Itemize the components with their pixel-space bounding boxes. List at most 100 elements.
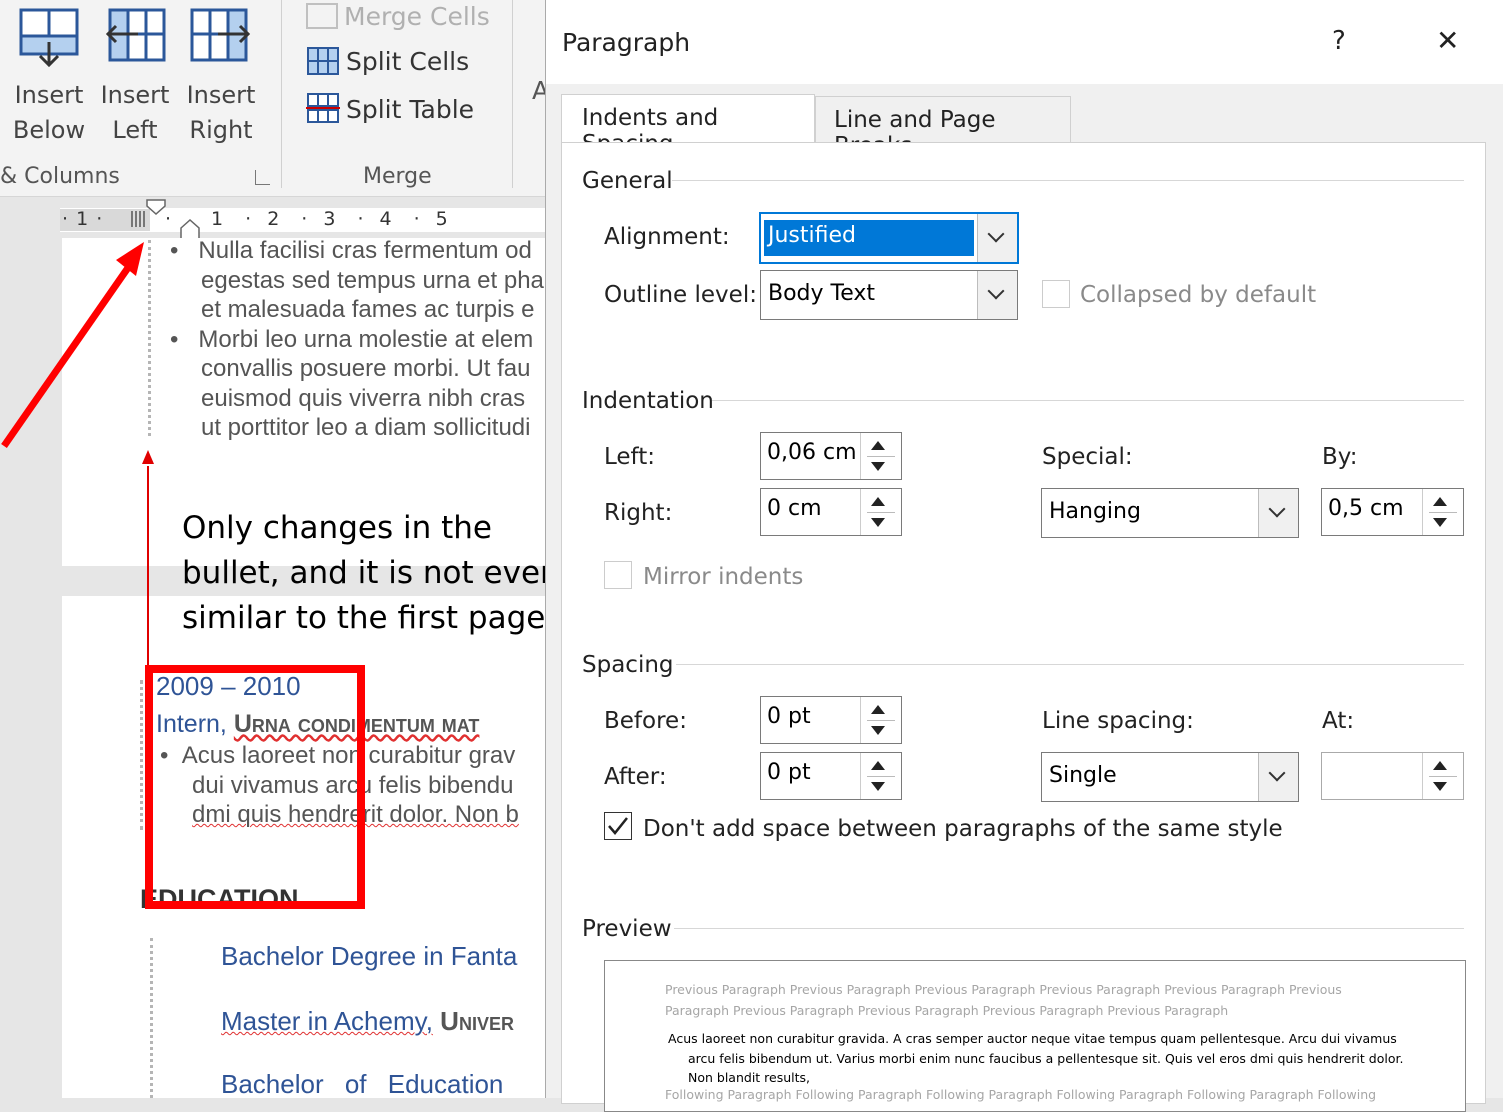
insert-left-label-2: Left xyxy=(112,116,158,144)
mirror-indents-label: Mirror indents xyxy=(643,564,804,590)
mirror-indents-checkbox[interactable] xyxy=(604,561,632,589)
preview-following-paragraph: Following Paragraph Following Paragraph … xyxy=(665,1087,1377,1102)
preview-line: Paragraph Previous Paragraph Previous Pa… xyxy=(665,1003,1229,1018)
preview-sample-paragraph: Acus laoreet non curabitur gravida. A cr… xyxy=(668,1029,1403,1088)
spacing-section-header: Spacing xyxy=(582,652,674,678)
insert-below-label-2: Below xyxy=(12,116,86,144)
chevron-down-icon[interactable] xyxy=(977,271,1017,319)
spin-down-icon[interactable] xyxy=(871,782,885,791)
preview-line: arcu felis bibendum ut. Varius morbi eni… xyxy=(688,1050,1404,1066)
section-divider xyxy=(676,664,1464,665)
by-input[interactable]: 0,5 cm xyxy=(1321,488,1464,536)
spinner[interactable] xyxy=(860,753,901,799)
collapsed-by-default-checkbox[interactable] xyxy=(1042,280,1070,308)
chevron-down-icon[interactable] xyxy=(1258,489,1298,537)
by-value: 0,5 cm xyxy=(1328,496,1404,521)
spacing-before-input[interactable]: 0 pt xyxy=(760,696,902,744)
paragraph-dialog: Paragraph ? ✕ Indents and Spacing Line a… xyxy=(545,0,1503,1112)
red-arrow-line xyxy=(1,260,135,448)
spinner[interactable] xyxy=(860,433,901,479)
help-button[interactable]: ? xyxy=(1332,26,1346,56)
checkmark-icon xyxy=(608,817,628,835)
ruler-scale: · 1 · 2 · 3 · 4 · 5 xyxy=(165,208,448,230)
chevron-down-icon[interactable] xyxy=(1258,753,1298,801)
dialog-launcher-icon[interactable] xyxy=(255,170,270,185)
preview-box: Previous Paragraph Previous Paragraph Pr… xyxy=(604,960,1466,1112)
chevron-down-icon[interactable] xyxy=(977,214,1017,262)
spinner[interactable] xyxy=(1422,489,1463,535)
close-icon: ✕ xyxy=(1436,24,1460,57)
insert-below-icon xyxy=(19,8,79,68)
close-button[interactable]: ✕ xyxy=(1436,24,1459,57)
insert-right-button[interactable]: Insert Right xyxy=(180,6,262,148)
outline-level-select[interactable]: Body Text xyxy=(760,270,1018,320)
spin-down-icon[interactable] xyxy=(871,726,885,735)
group-separator xyxy=(512,0,513,188)
line-spacing-select[interactable]: Single xyxy=(1041,752,1299,802)
spacing-after-value: 0 pt xyxy=(767,760,811,785)
right-indent-label: Right: xyxy=(604,500,673,526)
spin-down-icon[interactable] xyxy=(871,518,885,527)
special-select[interactable]: Hanging xyxy=(1041,488,1299,538)
merge-cells-button[interactable]: Merge Cells xyxy=(306,2,490,31)
ruler-number: 1 xyxy=(211,208,224,230)
before-label: Before: xyxy=(604,708,687,734)
spin-down-icon[interactable] xyxy=(871,462,885,471)
dont-add-space-label: Don't add space between paragraphs of th… xyxy=(643,816,1283,842)
spin-down-icon[interactable] xyxy=(1433,518,1447,527)
dont-add-space-checkbox[interactable] xyxy=(604,812,632,840)
tab-indents-and-spacing[interactable]: Indents and Spacing xyxy=(561,94,815,157)
spinner[interactable] xyxy=(860,489,901,535)
left-indent-value: 0,06 cm xyxy=(767,440,857,465)
split-table-label: Split Table xyxy=(346,95,475,124)
left-indent-input[interactable]: 0,06 cm xyxy=(760,432,902,480)
spin-up-icon[interactable] xyxy=(1433,761,1447,770)
section-divider xyxy=(674,928,1464,929)
move-table-column-icon[interactable] xyxy=(131,211,145,227)
insert-left-button[interactable]: Insert Left xyxy=(94,6,176,148)
line-spacing-label: Line spacing: xyxy=(1042,708,1194,734)
preview-line: Non blandit results, xyxy=(688,1070,811,1085)
insert-left-icon xyxy=(105,8,166,62)
at-label: At: xyxy=(1322,708,1355,734)
split-cells-button[interactable]: Split Cells xyxy=(306,46,469,76)
group-separator xyxy=(281,0,282,188)
alignment-label: Alignment: xyxy=(604,224,730,250)
left-indent-label: Left: xyxy=(604,444,656,470)
red-arrow-head xyxy=(116,242,144,276)
insert-below-button[interactable]: Insert Below xyxy=(8,6,90,148)
collapsed-by-default-label: Collapsed by default xyxy=(1080,282,1317,308)
split-cells-icon xyxy=(307,47,339,75)
merge-cells-label: Merge Cells xyxy=(344,2,490,31)
spin-down-icon[interactable] xyxy=(1433,782,1447,791)
line-spacing-value: Single xyxy=(1049,763,1117,788)
degree-name: Master in Achemy, xyxy=(221,1006,433,1036)
dialog-title: Paragraph xyxy=(562,28,691,57)
outline-level-label: Outline level: xyxy=(604,282,757,308)
insert-left-label-1: Insert xyxy=(100,81,170,109)
spin-up-icon[interactable] xyxy=(871,761,885,770)
table-gridline xyxy=(150,938,153,1098)
preview-line: Acus laoreet non curabitur gravida. A cr… xyxy=(668,1031,1397,1046)
education-item: Bachelor of Education xyxy=(221,1069,504,1099)
at-input[interactable] xyxy=(1321,752,1464,800)
right-indent-input[interactable]: 0 cm xyxy=(760,488,902,536)
education-item: Master in Achemy, Univer xyxy=(221,1006,514,1037)
spin-up-icon[interactable] xyxy=(871,441,885,450)
spin-up-icon[interactable] xyxy=(871,497,885,506)
ruler-number: 2 xyxy=(267,208,280,230)
spinner[interactable] xyxy=(1422,753,1463,799)
spacing-after-input[interactable]: 0 pt xyxy=(760,752,902,800)
spinner[interactable] xyxy=(860,697,901,743)
after-label: After: xyxy=(604,764,667,790)
alignment-select[interactable]: Justified xyxy=(759,212,1019,264)
spin-up-icon[interactable] xyxy=(1433,497,1447,506)
indentation-section-header: Indentation xyxy=(582,388,714,414)
merge-group-label: Merge xyxy=(363,164,432,189)
spin-up-icon[interactable] xyxy=(871,705,885,714)
tab-line-and-page-breaks[interactable]: Line and Page Breaks xyxy=(815,96,1071,159)
preview-line: Previous Paragraph Previous Paragraph Pr… xyxy=(665,982,1342,997)
by-label: By: xyxy=(1322,444,1358,470)
first-line-indent-marker[interactable] xyxy=(146,199,166,216)
split-table-button[interactable]: Split Table xyxy=(306,92,474,124)
